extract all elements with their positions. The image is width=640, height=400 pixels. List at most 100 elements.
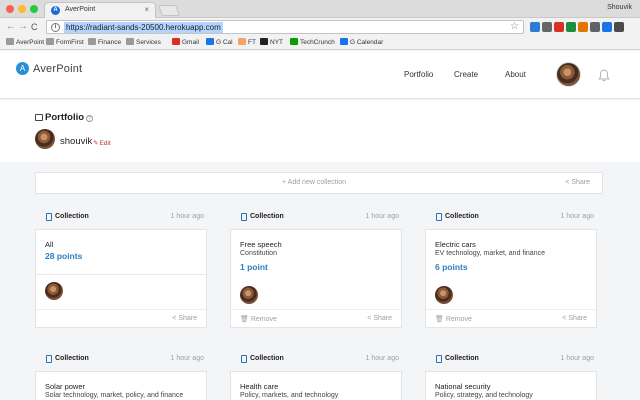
extension-icon[interactable] bbox=[614, 22, 624, 32]
nav-portfolio-link[interactable]: Portfolio bbox=[404, 70, 433, 79]
card-timestamp: 1 hour ago bbox=[170, 213, 204, 220]
share-button[interactable]: < Share bbox=[172, 315, 197, 322]
share-button[interactable]: < Share bbox=[367, 315, 392, 322]
collection-description: Policy, strategy, and technology bbox=[435, 392, 533, 399]
calendar-icon bbox=[206, 38, 214, 45]
url-input[interactable]: https://radiant-sands-20500.herokuapp.co… bbox=[64, 22, 223, 33]
add-new-collection-button[interactable]: + Add new collection bbox=[282, 179, 346, 186]
collection-description: Policy, markets, and technology bbox=[240, 392, 339, 399]
collection-title[interactable]: National security bbox=[435, 382, 490, 391]
divider bbox=[36, 274, 206, 275]
window-close-button[interactable] bbox=[6, 5, 14, 13]
collection-title[interactable]: Free speech bbox=[240, 240, 282, 249]
profile-avatar bbox=[35, 129, 55, 149]
user-avatar[interactable] bbox=[556, 62, 581, 87]
window-minimize-button[interactable] bbox=[18, 5, 26, 13]
bookmark-label: FormFirst bbox=[56, 39, 84, 46]
card-timestamp: 1 hour ago bbox=[365, 355, 399, 362]
extension-icon[interactable] bbox=[566, 22, 576, 32]
edit-profile-button[interactable]: ✎Edit bbox=[93, 139, 111, 147]
bookmark-finance[interactable]: Finance bbox=[88, 38, 121, 48]
profile-section: Portfolio? shouvik ✎Edit bbox=[0, 100, 640, 162]
nyt-icon bbox=[260, 38, 268, 45]
back-arrow-icon[interactable]: ← bbox=[6, 21, 16, 33]
extension-icon[interactable] bbox=[542, 22, 552, 32]
nav-create-link[interactable]: Create bbox=[454, 70, 478, 79]
bookmark-techcrunch[interactable]: TechCrunch bbox=[290, 38, 335, 48]
bookmark-ft[interactable]: FT bbox=[238, 38, 256, 48]
profile-name: shouvik bbox=[60, 136, 93, 147]
extension-icon[interactable] bbox=[578, 22, 588, 32]
new-tab-button[interactable] bbox=[157, 5, 181, 16]
card-body[interactable]: Electric cars EV technology, market, and… bbox=[425, 229, 597, 328]
extension-icon[interactable] bbox=[530, 22, 540, 32]
divider bbox=[426, 309, 596, 310]
card-type-label: Collection bbox=[250, 355, 284, 362]
reload-icon[interactable]: C bbox=[31, 21, 38, 33]
bookmark-label: G Cal bbox=[216, 39, 233, 46]
bookmark-label: AverPoint bbox=[16, 39, 45, 46]
bookmark-averpoint[interactable]: AverPoint bbox=[6, 38, 44, 48]
card-body[interactable]: Solar power Solar technology, market, po… bbox=[35, 371, 207, 400]
card-timestamp: 1 hour ago bbox=[560, 355, 594, 362]
trash-icon: 🗑 bbox=[240, 316, 249, 323]
card-body[interactable]: National security Policy, strategy, and … bbox=[425, 371, 597, 400]
card-type-label: Collection bbox=[445, 355, 479, 362]
bookmark-g-calendar[interactable]: G Calendar bbox=[340, 38, 383, 48]
help-icon[interactable]: ? bbox=[86, 115, 94, 122]
folder-icon bbox=[46, 38, 54, 45]
notification-bell-icon[interactable] bbox=[598, 69, 610, 82]
folder-icon bbox=[6, 38, 14, 45]
bookmarks-bar: AverPoint FormFirst Finance Services Gmail G … bbox=[0, 36, 640, 50]
window-maximize-button[interactable] bbox=[30, 5, 38, 13]
remove-button[interactable]: 🗑 Remove bbox=[240, 315, 277, 323]
extension-icon[interactable] bbox=[602, 22, 612, 32]
app-logo-text[interactable]: AverPoint bbox=[33, 63, 82, 75]
briefcase-icon bbox=[35, 114, 43, 121]
browser-profile-name[interactable]: Shouvik bbox=[607, 4, 632, 11]
averpoint-logo-icon[interactable]: A bbox=[16, 62, 29, 75]
collection-description: Constitution bbox=[240, 250, 277, 257]
card-body[interactable]: Free speech Constitution 1 point 🗑 Remov… bbox=[230, 229, 402, 328]
card-body[interactable]: All 28 points < Share bbox=[35, 229, 207, 328]
collection-title[interactable]: All bbox=[45, 240, 53, 249]
bookmark-star-icon[interactable]: ☆ bbox=[510, 21, 519, 32]
app-header: A AverPoint Portfolio Create About bbox=[0, 51, 640, 99]
card-header: Collection 1 hour ago bbox=[35, 348, 207, 370]
card-header: Collection 1 hour ago bbox=[425, 206, 597, 228]
collection-icon bbox=[241, 213, 247, 221]
remove-label: Remove bbox=[250, 316, 277, 323]
forward-arrow-icon[interactable]: → bbox=[18, 21, 28, 33]
bookmark-nyt[interactable]: NYT bbox=[260, 38, 283, 48]
bookmark-label: TechCrunch bbox=[300, 39, 335, 46]
add-collection-bar: + Add new collection < Share bbox=[35, 172, 603, 194]
collection-title[interactable]: Health care bbox=[240, 382, 278, 391]
share-portfolio-button[interactable]: < Share bbox=[565, 179, 590, 186]
collection-title[interactable]: Solar power bbox=[45, 382, 85, 391]
card-timestamp: 1 hour ago bbox=[560, 213, 594, 220]
collection-title[interactable]: Electric cars bbox=[435, 240, 476, 249]
card-body[interactable]: Health care Policy, markets, and technol… bbox=[230, 371, 402, 400]
bookmark-label: G Calendar bbox=[350, 39, 384, 46]
site-info-icon[interactable]: i bbox=[51, 23, 60, 32]
share-button[interactable]: < Share bbox=[562, 315, 587, 322]
collection-description: Solar technology, market, policy, and fi… bbox=[45, 392, 184, 399]
edit-label: Edit bbox=[99, 140, 111, 147]
divider bbox=[231, 309, 401, 310]
card-timestamp: 1 hour ago bbox=[170, 355, 204, 362]
nav-about-link[interactable]: About bbox=[505, 70, 526, 79]
collection-card: Collection 1 hour ago Health care Policy… bbox=[230, 348, 402, 400]
remove-button[interactable]: 🗑 Remove bbox=[435, 315, 472, 323]
folder-icon bbox=[126, 38, 134, 45]
browser-tab[interactable]: A AverPoint × bbox=[44, 2, 156, 18]
tab-close-icon[interactable]: × bbox=[144, 5, 149, 14]
collection-description: EV technology, market, and finance bbox=[435, 250, 545, 257]
extension-icon[interactable] bbox=[590, 22, 600, 32]
divider bbox=[36, 309, 206, 310]
extension-icon[interactable] bbox=[554, 22, 564, 32]
bookmark-services[interactable]: Services bbox=[126, 38, 161, 48]
bookmark-formfirst[interactable]: FormFirst bbox=[46, 38, 84, 48]
bookmark-gmail[interactable]: Gmail bbox=[172, 38, 199, 48]
bookmark-g-cal[interactable]: G Cal bbox=[206, 38, 233, 48]
address-bar[interactable]: i https://radiant-sands-20500.herokuapp.… bbox=[46, 20, 524, 34]
